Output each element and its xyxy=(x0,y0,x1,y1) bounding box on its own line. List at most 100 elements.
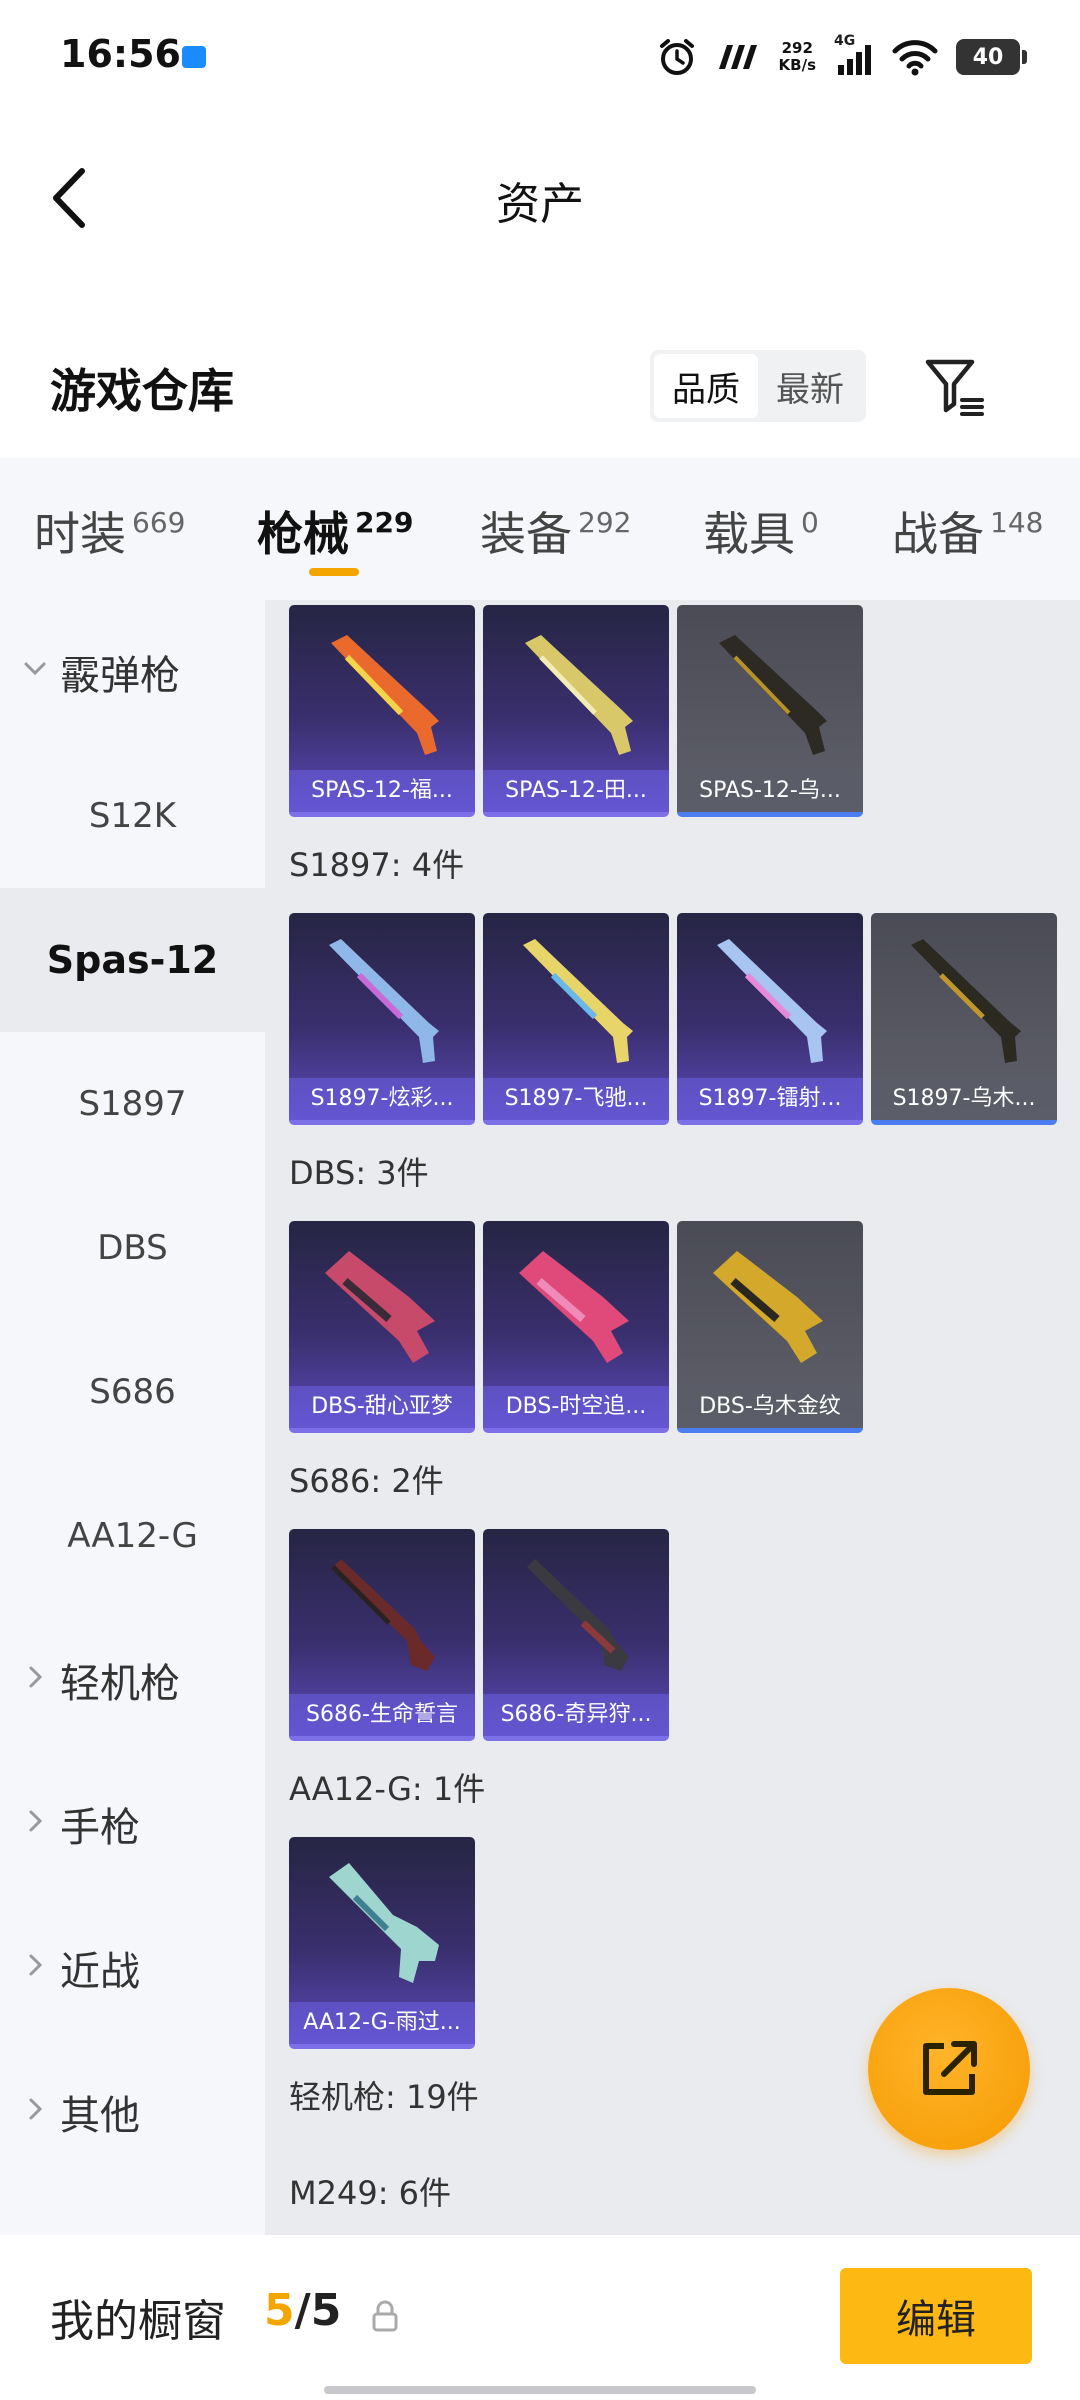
tab-supplies[interactable]: 战备 148 xyxy=(892,498,1043,564)
showcase-current: 5 xyxy=(264,2285,295,2336)
home-indicator[interactable] xyxy=(324,2386,756,2394)
sidebar-item-s686[interactable]: S686 xyxy=(0,1320,265,1464)
net-speed-unit: KB/s xyxy=(778,56,816,74)
skin-card-spas12-3[interactable]: SPAS-12-乌... xyxy=(677,605,863,817)
category-tabs: 时装 669 枪械 229 装备 292 载具 0 战备 148 xyxy=(0,458,1080,600)
shotgun-skin-icon xyxy=(329,939,439,1063)
sidebar-item-label: 轻机枪 xyxy=(60,1661,180,1707)
skin-card-s1897-3[interactable]: S1897-镭射... xyxy=(677,913,863,1125)
sidebar-item-aa12g[interactable]: AA12-G xyxy=(0,1464,265,1608)
tab-label: 装备 xyxy=(480,507,572,561)
skin-card-label: S1897-飞驰... xyxy=(483,1078,669,1120)
shotgun-skin-icon xyxy=(527,1559,629,1671)
sort-quality-option[interactable]: 品质 xyxy=(654,354,758,418)
sidebar-item-s12k[interactable]: S12K xyxy=(0,744,265,888)
skin-card-label: S1897-炫彩... xyxy=(289,1078,475,1120)
lock-icon[interactable] xyxy=(370,2299,400,2333)
showcase-label: 我的橱窗 xyxy=(50,2296,226,2347)
weapon-category-sidebar: 霰弹枪 S12K Spas-12 S1897 DBS S686 AA12-G 轻… xyxy=(0,600,265,2235)
chevron-right-icon xyxy=(29,1810,43,1832)
shotgun-skin-icon xyxy=(523,939,633,1063)
shotgun-skin-icon xyxy=(331,635,439,755)
sidebar-item-label: S686 xyxy=(89,1372,176,1412)
sidebar-item-other[interactable]: 其他 xyxy=(0,2040,265,2184)
sort-newest-option[interactable]: 最新 xyxy=(758,354,862,418)
sidebar-item-label: Spas-12 xyxy=(46,938,219,982)
edit-button[interactable]: 编辑 xyxy=(840,2268,1032,2364)
rifle-skin-icon xyxy=(329,1863,439,1983)
tab-count: 229 xyxy=(355,506,414,539)
battery-icon: 40 xyxy=(956,39,1027,75)
filter-button[interactable] xyxy=(920,352,990,422)
sort-toggle: 品质 最新 xyxy=(650,350,866,422)
skin-card-label: AA12-G-雨过... xyxy=(289,2002,475,2044)
shotgun-skin-icon xyxy=(713,1251,823,1363)
active-tab-indicator xyxy=(309,568,359,576)
section-title-m249: M249: 6件 xyxy=(289,2174,452,2212)
status-time: 16:56 xyxy=(60,32,181,76)
showcase-separator: / xyxy=(294,2285,311,2336)
tab-label: 时装 xyxy=(34,507,126,561)
shotgun-skin-icon xyxy=(525,635,633,755)
tab-count: 292 xyxy=(578,506,632,539)
sidebar-item-label: 手枪 xyxy=(60,1805,140,1851)
skin-card-label: S686-生命誓言 xyxy=(289,1694,475,1736)
showcase-bar: 我的橱窗 5/5 编辑 xyxy=(0,2235,1080,2400)
net-speed-value: 292 xyxy=(781,39,813,57)
section-title-dbs: DBS: 3件 xyxy=(289,1154,429,1192)
alarm-icon xyxy=(659,39,694,75)
sidebar-item-spas12[interactable]: Spas-12 xyxy=(0,888,265,1032)
shotgun-skin-icon xyxy=(719,635,827,755)
shotgun-skin-icon xyxy=(911,939,1021,1063)
skin-card-label: SPAS-12-福... xyxy=(289,770,475,812)
shotgun-skin-icon xyxy=(519,1251,629,1363)
sidebar-item-melee[interactable]: 近战 xyxy=(0,1896,265,2040)
skin-card-s686-2[interactable]: S686-奇异狩... xyxy=(483,1529,669,1741)
skin-card-label: DBS-时空追... xyxy=(483,1386,669,1428)
sidebar-item-shotgun[interactable]: 霰弹枪 xyxy=(0,600,265,744)
skin-card-label: SPAS-12-乌... xyxy=(677,770,863,812)
net-speed: 292 KB/s xyxy=(779,40,816,74)
sidebar-item-pistol[interactable]: 手枪 xyxy=(0,1752,265,1896)
sidebar-item-dbs[interactable]: DBS xyxy=(0,1176,265,1320)
tab-label: 枪械 xyxy=(257,507,349,561)
tab-equipment[interactable]: 装备 292 xyxy=(480,498,631,564)
skin-card-dbs-1[interactable]: DBS-甜心亚梦 xyxy=(289,1221,475,1433)
app-notification-icon xyxy=(182,46,206,68)
skin-card-aa12g-1[interactable]: AA12-G-雨过... xyxy=(289,1837,475,2049)
skin-card-dbs-3[interactable]: DBS-乌木金纹 xyxy=(677,1221,863,1433)
shotgun-skin-icon xyxy=(325,1251,435,1363)
sidebar-item-label: S12K xyxy=(88,796,177,836)
skin-card-s1897-2[interactable]: S1897-飞驰... xyxy=(483,913,669,1125)
skin-card-spas12-1[interactable]: SPAS-12-福... xyxy=(289,605,475,817)
section-title-lmg: 轻机枪: 19件 xyxy=(289,2078,479,2116)
tab-count: 148 xyxy=(990,506,1044,539)
chevron-right-icon xyxy=(29,2098,43,2120)
skin-card-dbs-2[interactable]: DBS-时空追... xyxy=(483,1221,669,1433)
skin-card-s1897-4[interactable]: S1897-乌木... xyxy=(871,913,1057,1125)
network-type: 4G xyxy=(834,33,856,49)
tab-label: 战备 xyxy=(892,507,984,561)
share-fab-button[interactable] xyxy=(868,1988,1030,2150)
wifi-icon xyxy=(892,40,938,76)
sidebar-item-lmg[interactable]: 轻机枪 xyxy=(0,1608,265,1752)
sidebar-item-label: 其他 xyxy=(60,2093,140,2139)
skin-card-spas12-2[interactable]: SPAS-12-田... xyxy=(483,605,669,817)
warehouse-title: 游戏仓库 xyxy=(50,364,234,418)
skin-card-label: S686-奇异狩... xyxy=(483,1694,669,1736)
filter-icon xyxy=(925,359,984,416)
showcase-total: 5 xyxy=(310,2285,342,2336)
chevron-right-icon xyxy=(29,1954,43,1976)
skin-card-s686-1[interactable]: S686-生命誓言 xyxy=(289,1529,475,1741)
skin-card-s1897-1[interactable]: S1897-炫彩... xyxy=(289,913,475,1125)
skin-card-label: S1897-镭射... xyxy=(677,1078,863,1120)
tab-firearms[interactable]: 枪械 229 xyxy=(257,498,413,564)
carrier-logo-icon xyxy=(718,45,757,69)
sidebar-item-label: 近战 xyxy=(60,1949,140,1995)
tab-fashion[interactable]: 时装 669 xyxy=(34,498,185,564)
tab-count: 0 xyxy=(801,506,819,539)
sidebar-item-s1897[interactable]: S1897 xyxy=(0,1032,265,1176)
tab-vehicles[interactable]: 载具 0 xyxy=(703,498,819,564)
sidebar-item-label: AA12-G xyxy=(67,1516,198,1556)
section-title-s686: S686: 2件 xyxy=(289,1462,444,1500)
